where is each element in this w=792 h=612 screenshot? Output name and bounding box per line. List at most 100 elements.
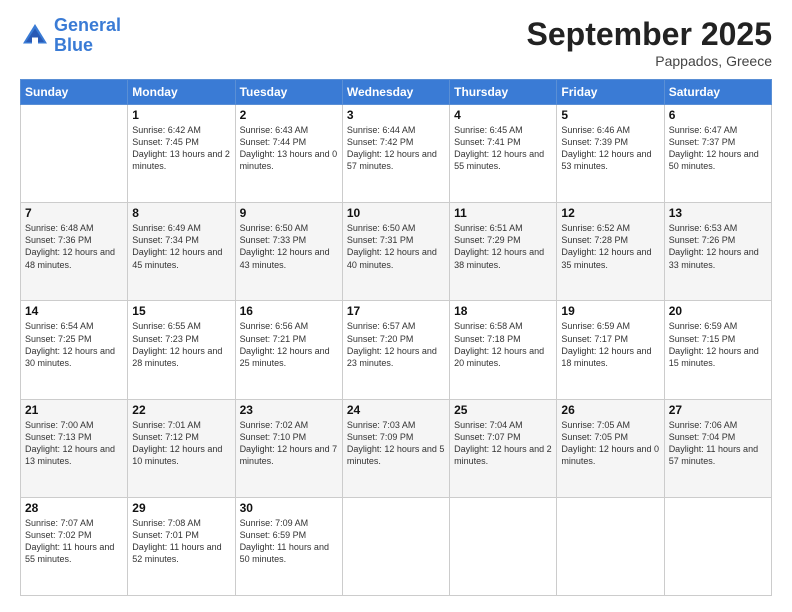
calendar-week-5: 28 Sunrise: 7:07 AMSunset: 7:02 PMDayligh… <box>21 497 772 595</box>
cell-day-number: 21 <box>25 403 123 417</box>
cell-day-number: 22 <box>132 403 230 417</box>
calendar-cell-w3-d1: 15 Sunrise: 6:55 AMSunset: 7:23 PMDayligh… <box>128 301 235 399</box>
cell-info: Sunrise: 7:06 AMSunset: 7:04 PMDaylight:… <box>669 419 767 468</box>
title-block: September 2025 Pappados, Greece <box>527 16 772 69</box>
calendar-cell-w5-d5 <box>557 497 664 595</box>
calendar-cell-w2-d5: 12Sunrise: 6:52 AMSunset: 7:28 PMDayligh… <box>557 203 664 301</box>
calendar-header-row: Sunday Monday Tuesday Wednesday Thursday… <box>21 80 772 105</box>
logo-text: General Blue <box>54 16 121 56</box>
calendar-cell-w1-d4: 4Sunrise: 6:45 AMSunset: 7:41 PMDaylight… <box>450 105 557 203</box>
calendar-week-4: 21 Sunrise: 7:00 AMSunset: 7:13 PMDayligh… <box>21 399 772 497</box>
cell-info: Sunrise: 6:56 AMSunset: 7:21 PMDaylight:… <box>240 320 338 369</box>
cell-info: Sunrise: 6:50 AMSunset: 7:33 PMDaylight:… <box>240 222 338 271</box>
calendar-cell-w1-d3: 3 Sunrise: 6:44 AMSunset: 7:42 PMDaylight… <box>342 105 449 203</box>
cell-info: Sunrise: 6:42 AMSunset: 7:45 PMDaylight:… <box>132 124 230 173</box>
cell-day-number: 28 <box>25 501 123 515</box>
col-monday: Monday <box>128 80 235 105</box>
calendar-table: Sunday Monday Tuesday Wednesday Thursday… <box>20 79 772 596</box>
cell-info: Sunrise: 6:50 AMSunset: 7:31 PMDaylight:… <box>347 222 445 271</box>
calendar-cell-w3-d5: 19 Sunrise: 6:59 AMSunset: 7:17 PMDayligh… <box>557 301 664 399</box>
calendar-cell-w3-d4: 18 Sunrise: 6:58 AMSunset: 7:18 PMDayligh… <box>450 301 557 399</box>
page: General Blue September 2025 Pappados, Gr… <box>0 0 792 612</box>
calendar-cell-w2-d3: 10 Sunrise: 6:50 AMSunset: 7:31 PMDayligh… <box>342 203 449 301</box>
calendar-cell-w4-d0: 21 Sunrise: 7:00 AMSunset: 7:13 PMDayligh… <box>21 399 128 497</box>
cell-day-number: 12 <box>561 206 659 220</box>
cell-info: Sunrise: 6:59 AMSunset: 7:15 PMDaylight:… <box>669 320 767 369</box>
cell-day-number: 10 <box>347 206 445 220</box>
col-saturday: Saturday <box>664 80 771 105</box>
cell-info: Sunrise: 7:03 AMSunset: 7:09 PMDaylight:… <box>347 419 445 468</box>
cell-info: Sunrise: 6:44 AMSunset: 7:42 PMDaylight:… <box>347 124 445 173</box>
calendar-cell-w2-d4: 11 Sunrise: 6:51 AMSunset: 7:29 PMDayligh… <box>450 203 557 301</box>
calendar-cell-w4-d2: 23 Sunrise: 7:02 AMSunset: 7:10 PMDayligh… <box>235 399 342 497</box>
cell-info: Sunrise: 7:00 AMSunset: 7:13 PMDaylight:… <box>25 419 123 468</box>
col-wednesday: Wednesday <box>342 80 449 105</box>
logo-icon <box>20 21 50 51</box>
cell-day-number: 26 <box>561 403 659 417</box>
header: General Blue September 2025 Pappados, Gr… <box>20 16 772 69</box>
calendar-cell-w2-d1: 8 Sunrise: 6:49 AMSunset: 7:34 PMDaylight… <box>128 203 235 301</box>
cell-info: Sunrise: 7:05 AMSunset: 7:05 PMDaylight:… <box>561 419 659 468</box>
cell-info: Sunrise: 6:58 AMSunset: 7:18 PMDaylight:… <box>454 320 552 369</box>
calendar-cell-w3-d6: 20 Sunrise: 6:59 AMSunset: 7:15 PMDayligh… <box>664 301 771 399</box>
cell-day-number: 8 <box>132 206 230 220</box>
calendar-cell-w5-d6 <box>664 497 771 595</box>
cell-info: Sunrise: 6:54 AMSunset: 7:25 PMDaylight:… <box>25 320 123 369</box>
subtitle: Pappados, Greece <box>527 53 772 69</box>
calendar-cell-w5-d0: 28 Sunrise: 7:07 AMSunset: 7:02 PMDayligh… <box>21 497 128 595</box>
calendar-cell-w3-d0: 14 Sunrise: 6:54 AMSunset: 7:25 PMDayligh… <box>21 301 128 399</box>
cell-day-number: 13 <box>669 206 767 220</box>
calendar-cell-w5-d3 <box>342 497 449 595</box>
cell-info: Sunrise: 6:46 AMSunset: 7:39 PMDaylight:… <box>561 124 659 173</box>
cell-info: Sunrise: 7:07 AMSunset: 7:02 PMDaylight:… <box>25 517 123 566</box>
cell-day-number: 14 <box>25 304 123 318</box>
calendar-cell-w1-d1: 1 Sunrise: 6:42 AMSunset: 7:45 PMDaylight… <box>128 105 235 203</box>
calendar-cell-w2-d2: 9Sunrise: 6:50 AMSunset: 7:33 PMDaylight… <box>235 203 342 301</box>
cell-info: Sunrise: 6:59 AMSunset: 7:17 PMDaylight:… <box>561 320 659 369</box>
cell-info: Sunrise: 6:43 AMSunset: 7:44 PMDaylight:… <box>240 124 338 173</box>
calendar-cell-w1-d6: 6 Sunrise: 6:47 AMSunset: 7:37 PMDaylight… <box>664 105 771 203</box>
cell-info: Sunrise: 7:09 AMSunset: 6:59 PMDaylight:… <box>240 517 338 566</box>
cell-day-number: 27 <box>669 403 767 417</box>
cell-day-number: 24 <box>347 403 445 417</box>
cell-day-number: 20 <box>669 304 767 318</box>
calendar-cell-w4-d6: 27 Sunrise: 7:06 AMSunset: 7:04 PMDayligh… <box>664 399 771 497</box>
cell-info: Sunrise: 7:08 AMSunset: 7:01 PMDaylight:… <box>132 517 230 566</box>
calendar-cell-w5-d4 <box>450 497 557 595</box>
cell-info: Sunrise: 6:48 AMSunset: 7:36 PMDaylight:… <box>25 222 123 271</box>
calendar-week-1: 1 Sunrise: 6:42 AMSunset: 7:45 PMDaylight… <box>21 105 772 203</box>
calendar-cell-w3-d3: 17 Sunrise: 6:57 AMSunset: 7:20 PMDayligh… <box>342 301 449 399</box>
cell-day-number: 7 <box>25 206 123 220</box>
calendar-week-2: 7 Sunrise: 6:48 AMSunset: 7:36 PMDaylight… <box>21 203 772 301</box>
cell-day-number: 1 <box>132 108 230 122</box>
cell-day-number: 18 <box>454 304 552 318</box>
cell-info: Sunrise: 7:01 AMSunset: 7:12 PMDaylight:… <box>132 419 230 468</box>
cell-day-number: 23 <box>240 403 338 417</box>
cell-day-number: 17 <box>347 304 445 318</box>
cell-day-number: 11 <box>454 206 552 220</box>
cell-day-number: 6 <box>669 108 767 122</box>
cell-day-number: 16 <box>240 304 338 318</box>
calendar-cell-w4-d4: 25Sunrise: 7:04 AMSunset: 7:07 PMDayligh… <box>450 399 557 497</box>
cell-info: Sunrise: 6:47 AMSunset: 7:37 PMDaylight:… <box>669 124 767 173</box>
col-friday: Friday <box>557 80 664 105</box>
cell-info: Sunrise: 6:57 AMSunset: 7:20 PMDaylight:… <box>347 320 445 369</box>
calendar-cell-w1-d0 <box>21 105 128 203</box>
cell-info: Sunrise: 6:51 AMSunset: 7:29 PMDaylight:… <box>454 222 552 271</box>
col-tuesday: Tuesday <box>235 80 342 105</box>
calendar-cell-w5-d2: 30Sunrise: 7:09 AMSunset: 6:59 PMDayligh… <box>235 497 342 595</box>
calendar-cell-w1-d5: 5Sunrise: 6:46 AMSunset: 7:39 PMDaylight… <box>557 105 664 203</box>
cell-info: Sunrise: 7:04 AMSunset: 7:07 PMDaylight:… <box>454 419 552 468</box>
cell-day-number: 19 <box>561 304 659 318</box>
col-sunday: Sunday <box>21 80 128 105</box>
cell-info: Sunrise: 7:02 AMSunset: 7:10 PMDaylight:… <box>240 419 338 468</box>
logo-line2: Blue <box>54 35 93 55</box>
logo-line1: General <box>54 15 121 35</box>
cell-info: Sunrise: 6:49 AMSunset: 7:34 PMDaylight:… <box>132 222 230 271</box>
cell-day-number: 2 <box>240 108 338 122</box>
cell-info: Sunrise: 6:53 AMSunset: 7:26 PMDaylight:… <box>669 222 767 271</box>
cell-day-number: 3 <box>347 108 445 122</box>
calendar-cell-w4-d1: 22 Sunrise: 7:01 AMSunset: 7:12 PMDayligh… <box>128 399 235 497</box>
cell-day-number: 15 <box>132 304 230 318</box>
cell-info: Sunrise: 6:55 AMSunset: 7:23 PMDaylight:… <box>132 320 230 369</box>
